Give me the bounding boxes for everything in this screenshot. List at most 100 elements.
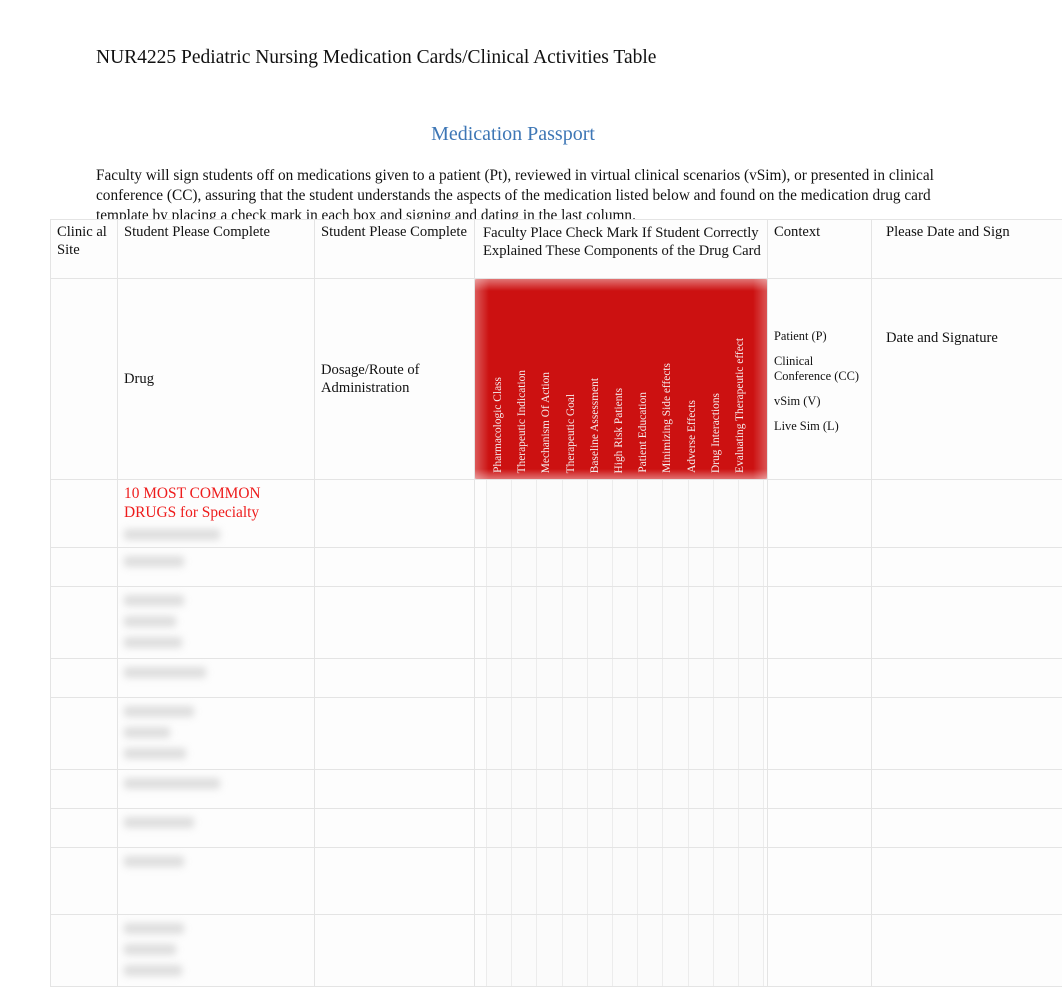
- check-mark-cell[interactable]: [612, 848, 639, 914]
- check-mark-cell[interactable]: [537, 809, 563, 847]
- check-mark-cell[interactable]: [512, 770, 538, 808]
- check-mark-cell[interactable]: [562, 698, 588, 769]
- cell-dosage-route[interactable]: [314, 547, 475, 587]
- check-mark-cell[interactable]: [486, 480, 513, 547]
- check-mark-cell[interactable]: [738, 770, 765, 808]
- check-mark-cell[interactable]: [486, 659, 513, 697]
- check-mark-cell[interactable]: [638, 809, 664, 847]
- cell-drug[interactable]: [117, 914, 315, 987]
- check-mark-cell[interactable]: [713, 770, 739, 808]
- cell-date-signature[interactable]: [871, 847, 1062, 915]
- check-mark-cell[interactable]: [688, 480, 714, 547]
- cell-dosage-route[interactable]: [314, 658, 475, 698]
- cell-dosage-route[interactable]: [314, 808, 475, 848]
- check-mark-cell[interactable]: [688, 770, 714, 808]
- cell-context[interactable]: [767, 914, 872, 987]
- cell-drug[interactable]: [117, 658, 315, 698]
- check-mark-cell[interactable]: [486, 548, 513, 586]
- check-mark-cell[interactable]: [587, 848, 613, 914]
- cell-clinical-site[interactable]: [50, 658, 118, 698]
- check-mark-cell[interactable]: [638, 587, 664, 658]
- cell-date-signature[interactable]: [871, 547, 1062, 587]
- cell-date-signature[interactable]: [871, 914, 1062, 987]
- check-mark-cell[interactable]: [638, 848, 664, 914]
- cell-drug[interactable]: [117, 769, 315, 809]
- check-mark-cell[interactable]: [486, 698, 513, 769]
- check-mark-cell[interactable]: [663, 915, 689, 986]
- check-mark-cell[interactable]: [638, 548, 664, 586]
- check-mark-cell[interactable]: [713, 698, 739, 769]
- check-mark-cell[interactable]: [562, 848, 588, 914]
- check-mark-cell[interactable]: [713, 915, 739, 986]
- cell-context[interactable]: [767, 847, 872, 915]
- check-mark-cell[interactable]: [537, 915, 563, 986]
- check-mark-cell[interactable]: [638, 698, 664, 769]
- check-mark-cell[interactable]: [537, 770, 563, 808]
- cell-clinical-site[interactable]: [50, 697, 118, 770]
- check-mark-cell[interactable]: [612, 698, 639, 769]
- check-mark-cell[interactable]: [688, 587, 714, 658]
- cell-clinical-site[interactable]: [50, 808, 118, 848]
- cell-clinical-site[interactable]: [50, 847, 118, 915]
- check-mark-cell[interactable]: [612, 548, 639, 586]
- cell-clinical-site[interactable]: [50, 547, 118, 587]
- check-mark-cell[interactable]: [537, 659, 563, 697]
- check-mark-cell[interactable]: [612, 659, 639, 697]
- check-mark-cell[interactable]: [663, 659, 689, 697]
- cell-context[interactable]: [767, 769, 872, 809]
- cell-date-signature[interactable]: [871, 586, 1062, 659]
- check-mark-cell[interactable]: [688, 809, 714, 847]
- check-mark-cell[interactable]: [663, 587, 689, 658]
- cell-dosage-route[interactable]: [314, 479, 475, 548]
- check-mark-cell[interactable]: [713, 587, 739, 658]
- check-mark-cell[interactable]: [562, 587, 588, 658]
- check-mark-cell[interactable]: [587, 809, 613, 847]
- check-mark-cell[interactable]: [537, 587, 563, 658]
- cell-date-signature[interactable]: [871, 479, 1062, 548]
- check-mark-cell[interactable]: [713, 548, 739, 586]
- check-mark-cell[interactable]: [562, 659, 588, 697]
- check-mark-cell[interactable]: [688, 548, 714, 586]
- cell-date-signature[interactable]: [871, 658, 1062, 698]
- check-mark-cell[interactable]: [688, 915, 714, 986]
- check-mark-cell[interactable]: [738, 848, 765, 914]
- check-mark-cell[interactable]: [738, 915, 765, 986]
- check-mark-cell[interactable]: [612, 587, 639, 658]
- cell-date-signature[interactable]: [871, 769, 1062, 809]
- check-mark-cell[interactable]: [688, 698, 714, 769]
- check-mark-cell[interactable]: [663, 770, 689, 808]
- check-mark-cell[interactable]: [512, 587, 538, 658]
- check-mark-cell[interactable]: [512, 809, 538, 847]
- check-mark-cell[interactable]: [486, 770, 513, 808]
- check-mark-cell[interactable]: [587, 480, 613, 547]
- cell-dosage-route[interactable]: [314, 847, 475, 915]
- check-mark-cell[interactable]: [738, 698, 765, 769]
- check-mark-cell[interactable]: [512, 698, 538, 769]
- check-mark-cell[interactable]: [562, 548, 588, 586]
- cell-context[interactable]: [767, 586, 872, 659]
- cell-drug[interactable]: [117, 697, 315, 770]
- cell-context[interactable]: [767, 479, 872, 548]
- check-mark-cell[interactable]: [688, 659, 714, 697]
- check-mark-cell[interactable]: [486, 915, 513, 986]
- check-mark-cell[interactable]: [738, 809, 765, 847]
- check-mark-cell[interactable]: [512, 848, 538, 914]
- check-mark-cell[interactable]: [537, 480, 563, 547]
- cell-date-signature[interactable]: [871, 697, 1062, 770]
- check-mark-cell[interactable]: [512, 548, 538, 586]
- check-mark-cell[interactable]: [537, 698, 563, 769]
- check-mark-cell[interactable]: [562, 480, 588, 547]
- cell-context[interactable]: [767, 697, 872, 770]
- cell-context[interactable]: [767, 808, 872, 848]
- check-mark-cell[interactable]: [537, 848, 563, 914]
- check-mark-cell[interactable]: [562, 809, 588, 847]
- check-mark-cell[interactable]: [512, 915, 538, 986]
- check-mark-cell[interactable]: [612, 809, 639, 847]
- check-mark-cell[interactable]: [638, 480, 664, 547]
- check-mark-cell[interactable]: [663, 698, 689, 769]
- check-mark-cell[interactable]: [562, 770, 588, 808]
- cell-dosage-route[interactable]: [314, 697, 475, 770]
- cell-clinical-site[interactable]: [50, 586, 118, 659]
- check-mark-cell[interactable]: [612, 915, 639, 986]
- check-mark-cell[interactable]: [587, 698, 613, 769]
